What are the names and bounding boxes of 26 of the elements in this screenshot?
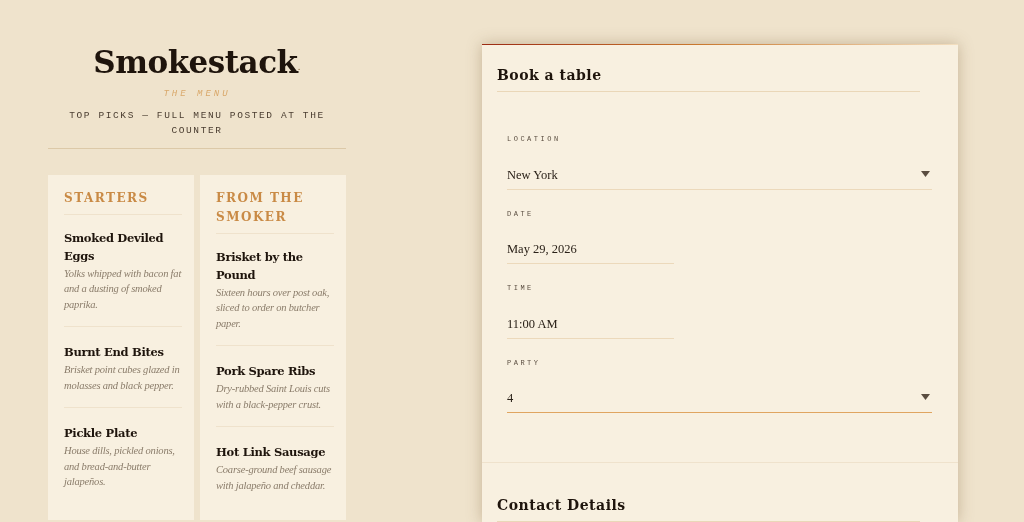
dish-name: Pork Spare Ribs (216, 363, 317, 380)
caret-icon (921, 394, 930, 400)
brand-dot: . (297, 61, 301, 72)
dish-description: Yolks whipped with bacon fat and a dusting of smoked paprika. (64, 266, 182, 312)
input-field[interactable]: 11:00 AM (507, 306, 674, 339)
dish-description: Sixteen hours over post oak, sliced to order on butcher paper. (216, 285, 331, 331)
section-heading: Book a table (497, 67, 602, 83)
input-field[interactable]: May 29, 2026 (507, 232, 674, 264)
dish-name: Brisket by the Pound (216, 248, 304, 284)
dish-name: Pickle Plate (64, 425, 139, 442)
section-heading: Contact Details (497, 497, 626, 513)
dish-name: Hot Link Sausage (216, 444, 327, 461)
dish-description: Dry-rubbed Saint Louis cuts with a black-pepper crust. (216, 382, 331, 412)
select-field[interactable]: 4 (507, 381, 932, 413)
menu-subtitle: TOP PICKS — FULL MENU POSTED AT THE COUNTER (68, 108, 326, 138)
dish-name: Burnt End Bites (64, 344, 165, 361)
dish-name: Smoked Deviled Eggs (64, 229, 165, 265)
dish-description: Coarse-ground beef sausage with jalapeño and cheddar. (216, 463, 333, 493)
menu-eyebrow: THE MENU (163, 88, 231, 101)
dish-description: House dills, pickled onions, and bread-and-butter jalapeños. (64, 444, 176, 489)
section-title: STARTERS (64, 189, 150, 207)
select-field[interactable]: New York (507, 157, 932, 190)
dish-description: Brisket point cubes glazed in molasses and black pepper. (64, 363, 181, 393)
section-title: FROM THE SMOKER (216, 189, 305, 226)
caret-icon (921, 170, 930, 177)
brand-title: Smokestack (93, 43, 298, 82)
